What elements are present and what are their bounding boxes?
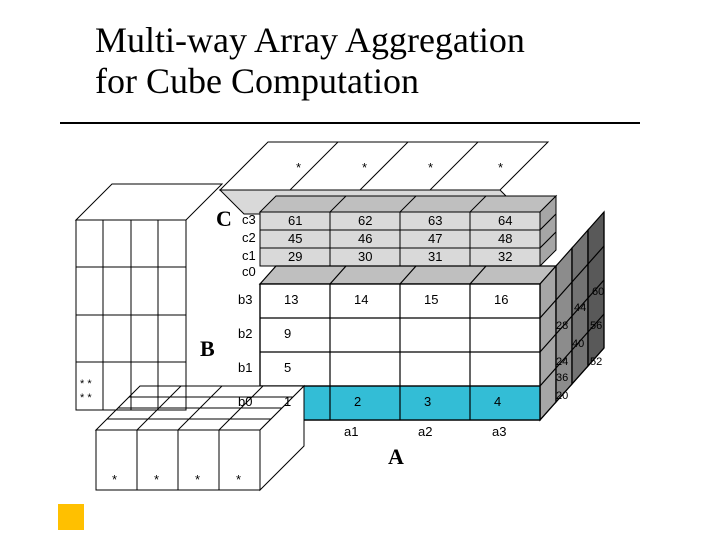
cube-diagram <box>0 0 720 540</box>
cell-b0-a2: 3 <box>424 394 431 409</box>
tick-a2: a2 <box>418 424 432 439</box>
cell-b3-a3: 16 <box>494 292 508 307</box>
tick-b2: b2 <box>238 326 252 341</box>
cell-c1-0: 29 <box>288 249 302 264</box>
axis-B-label: B <box>200 336 215 362</box>
cell-c2-3: 48 <box>498 231 512 246</box>
side-36: 36 <box>556 372 568 384</box>
cell-c3-1: 62 <box>358 213 372 228</box>
star-bl-0: * <box>112 472 117 487</box>
star-bl-1: * <box>154 472 159 487</box>
cell-c3-3: 64 <box>498 213 512 228</box>
star-top-3: * <box>498 160 503 175</box>
cell-b0-a0: 1 <box>284 394 291 409</box>
tick-c3: c3 <box>242 212 256 227</box>
cell-c1-2: 31 <box>428 249 442 264</box>
star-top-1: * <box>362 160 367 175</box>
cell-b0-a3: 4 <box>494 394 501 409</box>
cell-b0-a1: 2 <box>354 394 361 409</box>
diagram-canvas: C B A c3 c2 c1 c0 b3 b2 b1 b0 a0 a1 a2 a… <box>0 0 720 540</box>
star-top-0: * <box>296 160 301 175</box>
star-bl-2: * <box>195 472 200 487</box>
cell-c2-1: 46 <box>358 231 372 246</box>
cell-c3-0: 61 <box>288 213 302 228</box>
cell-b2-a0: 9 <box>284 326 291 341</box>
cell-c1-1: 30 <box>358 249 372 264</box>
tick-a1: a1 <box>344 424 358 439</box>
cell-c2-0: 45 <box>288 231 302 246</box>
tick-c0: c0 <box>242 264 256 279</box>
star-left-0: * * <box>80 378 92 390</box>
side-52: 52 <box>590 356 602 368</box>
cell-c3-2: 63 <box>428 213 442 228</box>
axis-A-label: A <box>388 444 404 470</box>
side-40: 40 <box>572 338 584 350</box>
tick-b3: b3 <box>238 292 252 307</box>
cell-b3-a0: 13 <box>284 292 298 307</box>
tick-c1: c1 <box>242 248 256 263</box>
star-top-2: * <box>428 160 433 175</box>
cell-b3-a2: 15 <box>424 292 438 307</box>
tick-b1: b1 <box>238 360 252 375</box>
side-44: 44 <box>574 302 586 314</box>
axis-C-label: C <box>216 206 232 232</box>
side-60: 60 <box>592 286 604 298</box>
star-bl-3: * <box>236 472 241 487</box>
tick-c2: c2 <box>242 230 256 245</box>
side-56: 56 <box>590 320 602 332</box>
cell-c2-2: 47 <box>428 231 442 246</box>
side-28: 28 <box>556 320 568 332</box>
side-20: 20 <box>556 390 568 402</box>
cell-c1-3: 32 <box>498 249 512 264</box>
tick-a3: a3 <box>492 424 506 439</box>
cell-b3-a1: 14 <box>354 292 368 307</box>
side-24: 24 <box>556 356 568 368</box>
star-left-1: * * <box>80 392 92 404</box>
tick-b0: b0 <box>238 394 252 409</box>
cell-b1-a0: 5 <box>284 360 291 375</box>
